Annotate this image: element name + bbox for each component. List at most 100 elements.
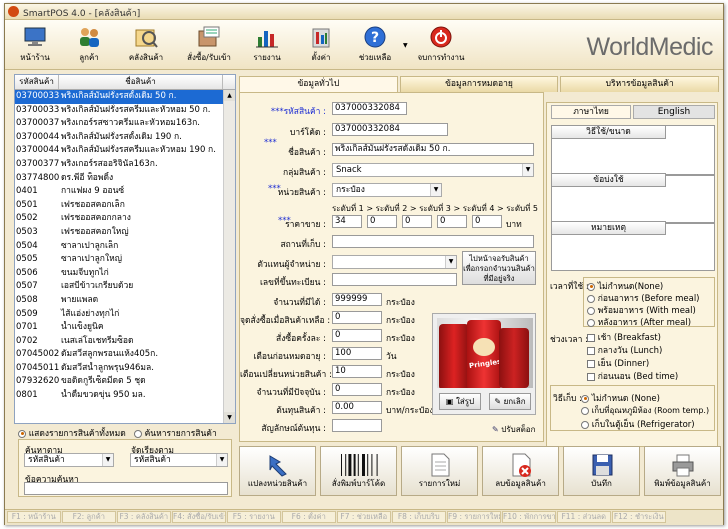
function-key-5[interactable]: F5 : รายงาน <box>227 511 281 523</box>
scroll-down-icon[interactable]: ▼ <box>224 412 235 423</box>
list-item[interactable]: 0502 เฟรชออสคอกกลาง <box>15 212 223 226</box>
toolbar-customers-button[interactable]: ลูกค้า <box>65 23 113 67</box>
list-item[interactable]: 079326200ขอดิดกูรีเซ็ตมีดต 5 ชุด <box>15 375 223 389</box>
goto-receive-button[interactable]: ไปหน้าจอรับสินค้า เพื่อกรอกจำนวนสินค้าที… <box>462 251 536 285</box>
list-item[interactable]: 0702 เนสเล่โอเชทรีมซ็อด <box>15 335 223 349</box>
toolbar-help-button[interactable]: ? ช่วยเหลือ <box>351 23 399 67</box>
function-key-11[interactable]: F11 : ส่วนลด <box>557 511 611 523</box>
toolbar-exit-button[interactable]: จบการทำงาน <box>413 23 469 67</box>
list-item[interactable]: 0801 น้ำดื่มขวดขุ่น 950 มล. <box>15 389 223 403</box>
function-key-7[interactable]: F7 : ช่วยเหลือ <box>337 511 391 523</box>
list-item[interactable]: 037000440พริงเกิลส์มันฝรั่งรสดั้งเดิม 19… <box>15 131 223 145</box>
price-level-1[interactable]: 34 <box>332 215 362 228</box>
list-item[interactable]: 037000332084พริงเกิลส์มันฝรั่งรสดั้งเดิม… <box>15 90 223 104</box>
list-item[interactable]: 0509 ไส้แอ่งย่างทุกไก่ <box>15 308 223 322</box>
group-select[interactable]: Snack ▼ <box>332 163 534 177</box>
search-text-input[interactable] <box>24 482 228 495</box>
function-key-10[interactable]: F10 : พักการขาย <box>502 511 556 523</box>
tab-manage[interactable]: บริหารข้อมูลสินค้า <box>560 76 720 92</box>
list-item[interactable]: 0506 ขนมจีบทูกไก่ <box>15 267 223 281</box>
list-item[interactable]: 0701 น้ำแข็งยูนิค <box>15 321 223 335</box>
unit-warn-input[interactable]: 10 <box>332 365 382 378</box>
function-key-8[interactable]: F8 : เก็บบริบ <box>392 511 446 523</box>
toolbar-settings-button[interactable]: ตั้งค่า <box>297 23 345 67</box>
tab-english[interactable]: English <box>633 105 715 119</box>
unit-select[interactable]: กระป๋อง ▼ <box>332 183 442 197</box>
current-input[interactable]: 0 <box>332 383 382 396</box>
cost-input[interactable]: 0.00 <box>332 401 382 414</box>
location-input[interactable] <box>332 235 534 248</box>
tab-general[interactable]: ข้อมูลทั่วไป <box>239 76 398 92</box>
list-item[interactable]: 0508 พายแพลด <box>15 294 223 308</box>
toolbar-purchase-button[interactable]: สั่งซื้อ/รับเข้า <box>181 23 237 67</box>
adjust-stock-link[interactable]: ✎ ปรับสต็อก <box>492 423 535 436</box>
price-level-2[interactable]: 0 <box>367 215 397 228</box>
period-breakfast-option[interactable]: เช้า (Breakfast) <box>587 330 661 344</box>
new-item-button[interactable]: รายการใหม่ <box>401 446 478 496</box>
supplier-select[interactable]: ▼ <box>332 255 457 269</box>
delete-item-button[interactable]: ลบข้อมูลสินค้า <box>482 446 559 496</box>
list-item[interactable]: 0507 เอสบีข้าวเกรียบด้วย <box>15 280 223 294</box>
print-item-button[interactable]: พิมพ์ข้อมูลสินค้า <box>644 446 721 496</box>
help-dropdown-icon[interactable]: ▼ <box>403 42 408 49</box>
function-key-6[interactable]: F6 : ตั้งค่า <box>282 511 336 523</box>
sort-by-select[interactable]: รหัสสินค้า ▼ <box>130 453 228 467</box>
list-item[interactable]: 0501 เฟรชออสคอกเล็ก <box>15 199 223 213</box>
toolbar-reports-button[interactable]: รายงาน <box>243 23 291 67</box>
store-fridge-option[interactable]: เก็บในตู้เย็น (Refrigerator) <box>581 417 695 431</box>
name-input[interactable]: พริงเกิลส์มันฝรั่งรสดั้งเดิม 50 ก. <box>332 143 534 156</box>
toolbar-warehouse-button[interactable]: คลังสินค้า <box>122 23 170 67</box>
function-key-3[interactable]: F3 : คลังสินค้า <box>117 511 171 523</box>
column-header-code[interactable]: รหัสสินค้า <box>15 75 59 89</box>
list-item[interactable]: 037000332077พริงเกิลส์มันฝรั่งรสครีมและห… <box>15 104 223 118</box>
barcode-input[interactable]: 037000332084 <box>332 123 448 136</box>
save-button[interactable]: บันทึก <box>563 446 640 496</box>
show-search-radio[interactable] <box>133 429 142 438</box>
list-item[interactable]: 0505 ซาลาเปาลูกใหญ่ <box>15 253 223 267</box>
search-by-select[interactable]: รหัสสินค้า ▼ <box>24 453 114 467</box>
list-item[interactable]: 0503 เฟรชออสคอกใหญ่ <box>15 226 223 240</box>
list-item[interactable]: 037000445พริงเกิลส์มันฝรั่งรสครีมและหัวห… <box>15 144 223 158</box>
period-lunch-option[interactable]: กลางวัน (Lunch) <box>587 343 662 357</box>
product-list[interactable]: รหัสสินค้า ชื่อสินค้า 037000332084พริงเก… <box>14 74 236 424</box>
scroll-up-icon[interactable]: ▲ <box>224 90 235 101</box>
convert-unit-button[interactable]: แปลงหน่วยสินค้า <box>239 446 316 496</box>
toolbar-label: ลูกค้า <box>79 53 99 62</box>
tab-thai[interactable]: ภาษาไทย <box>551 105 631 119</box>
list-scrollbar[interactable]: ▲ ▼ <box>223 90 235 423</box>
price-level-4[interactable]: 0 <box>437 215 467 228</box>
column-header-name[interactable]: ชื่อสินค้า <box>59 75 223 89</box>
list-item[interactable]: 0504 ซาลาเปาลูกเล็ก <box>15 240 223 254</box>
expire-warn-input[interactable]: 100 <box>332 347 382 360</box>
cancel-photo-button[interactable]: ✎ ยกเลิก <box>489 393 531 410</box>
list-item[interactable]: 070450113ดัมสวีสน้ำลูกพรุน946มล. <box>15 362 223 376</box>
cost-symbol-input[interactable] <box>332 419 382 432</box>
period-bedtime-option[interactable]: ก่อนนอน (Bed time) <box>587 369 678 383</box>
qty-input[interactable]: 999999 <box>332 293 382 306</box>
store-room-option[interactable]: เก็บที่อุณหภูมิห้อง (Room temp.) <box>581 404 709 417</box>
add-photo-button[interactable]: ▣ ใส่รูป <box>439 393 481 410</box>
print-barcode-button[interactable]: สั่งพิมพ์บาร์โค้ด <box>320 446 397 496</box>
function-key-12[interactable]: F12 : ชำระเงิน <box>612 511 666 523</box>
tax-input[interactable] <box>332 273 457 286</box>
price-level-3[interactable]: 0 <box>402 215 432 228</box>
list-item[interactable]: 037003770พริงเกอร์รสออริจินัล163ก. <box>15 158 223 172</box>
period-dinner-option[interactable]: เย็น (Dinner) <box>587 356 649 370</box>
list-item[interactable]: 037748000ดร.พีอี ท็อพดิ้ง <box>15 172 223 186</box>
function-key-2[interactable]: F2: ลูกค้า <box>62 511 116 523</box>
list-item[interactable]: 037000377พริงเกอร์รสซาวครีมและหัวหอม163ก… <box>15 117 223 131</box>
order-each-input[interactable]: 0 <box>332 329 382 342</box>
store-none-option[interactable]: ไม่กำหนด (None) <box>581 391 660 405</box>
list-item[interactable]: 070450021ดัมสวีสลูกพรอนแห้ง405ก. <box>15 348 223 362</box>
function-key-1[interactable]: F1 : หน้าร้าน <box>7 511 61 523</box>
reorder-input[interactable]: 0 <box>332 311 382 324</box>
toolbar-storefront-button[interactable]: หน้าร้าน <box>11 23 59 67</box>
price-level-5[interactable]: 0 <box>472 215 502 228</box>
list-item[interactable]: 0401 กาแฟผง 9 ออนซ์ <box>15 185 223 199</box>
function-key-4[interactable]: F4: สั่งซื้อ/รับเข้า <box>172 511 226 523</box>
code-input[interactable]: 037000332084 <box>332 102 407 115</box>
show-all-radio[interactable] <box>18 429 26 438</box>
function-key-9[interactable]: F9 : รายการใหม่ <box>447 511 501 523</box>
time-after-option[interactable]: หลังอาหาร (After meal) <box>587 315 691 329</box>
tab-expiry[interactable]: ข้อมูลการหมดอายุ <box>399 76 559 92</box>
